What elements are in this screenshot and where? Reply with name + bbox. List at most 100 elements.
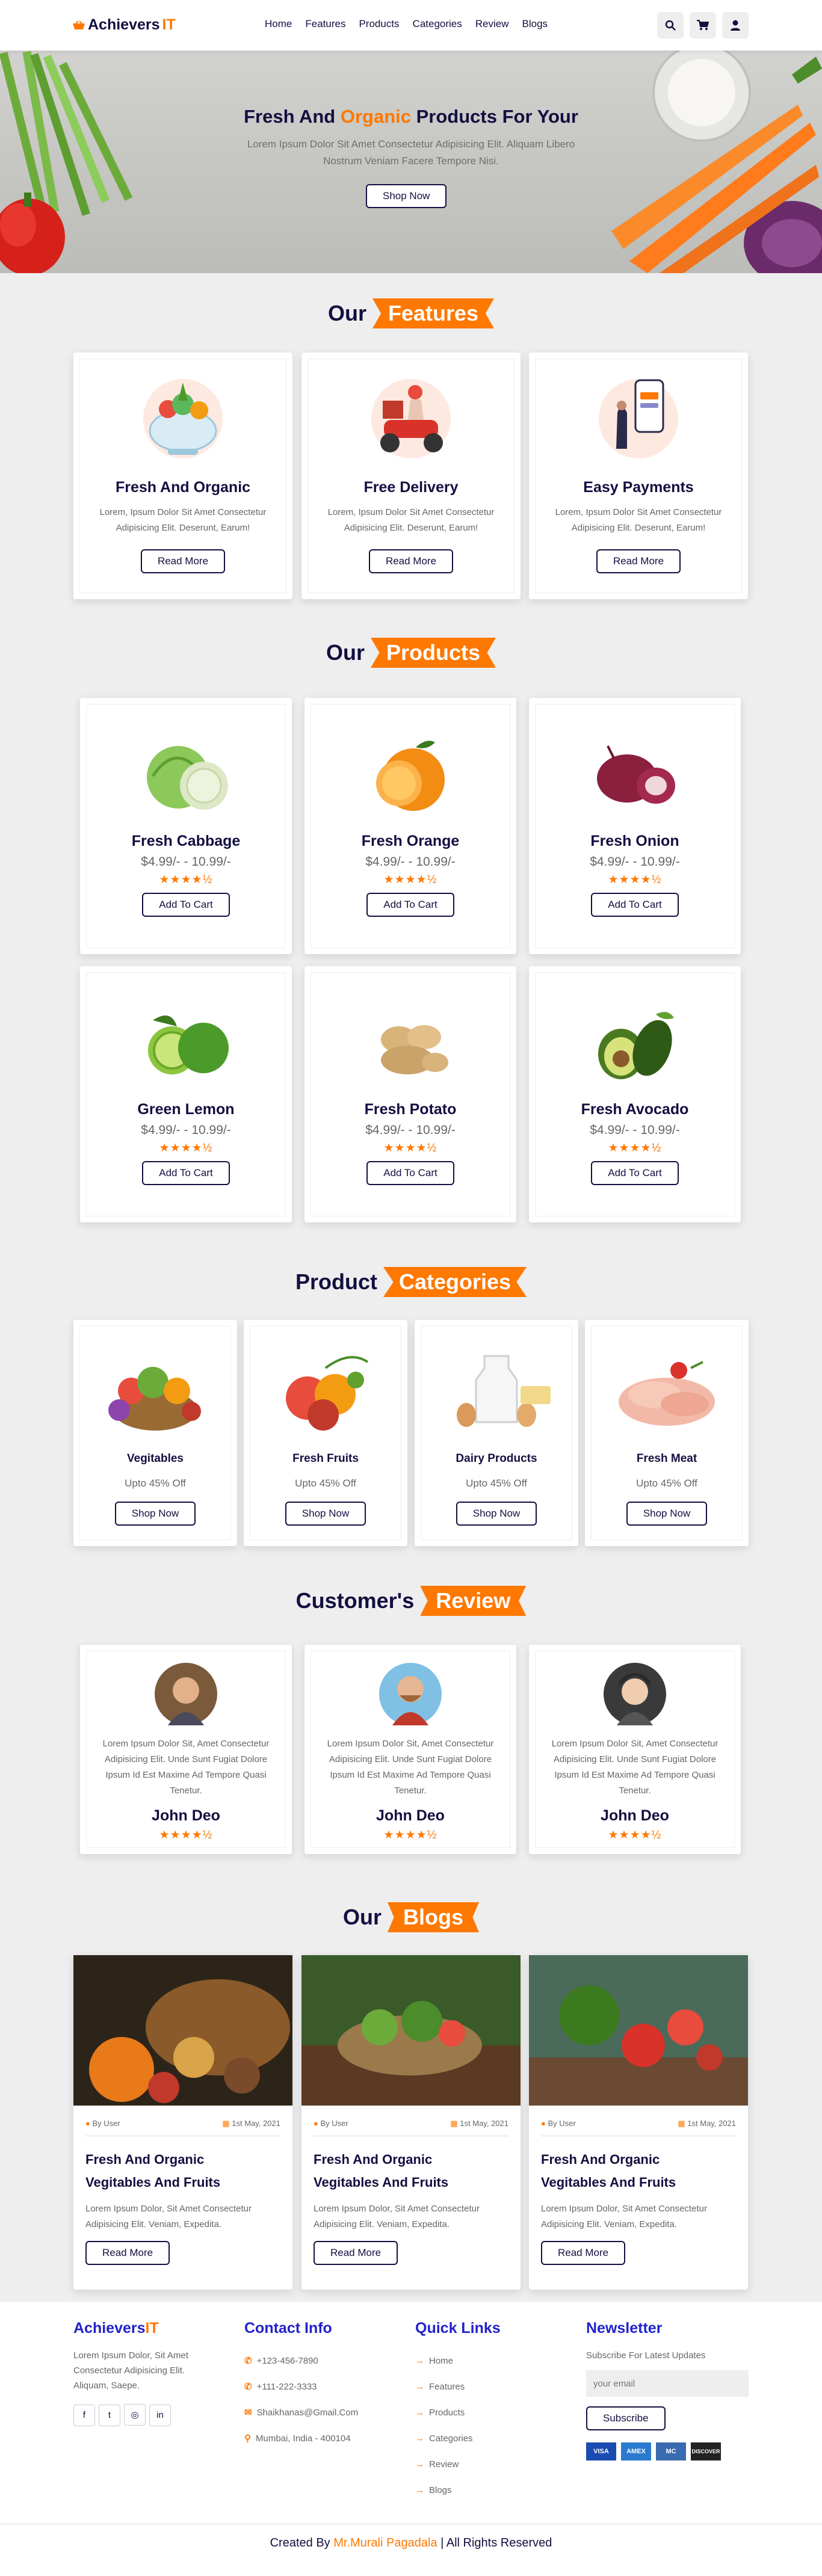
cart-icon [697,20,709,30]
blog-card: ● By User ▦ 1st May, 2021 Fresh And Orga… [301,1955,521,2290]
logo-text: Achievers [88,16,160,33]
product-card: Fresh Onion $4.99/- - 10.99/- ★★★★½ Add … [529,698,741,954]
linkedin-icon[interactable]: in [149,2404,171,2426]
footer-link-features[interactable]: → Features [415,2374,560,2400]
user-icon: ● [85,2119,90,2128]
user-icon [731,20,740,31]
hero-banner: Fresh And Organic Products For Your Lore… [0,51,822,273]
review-ribbon: Review [420,1586,527,1616]
author-link[interactable]: Mr.Murali Pagadala [333,2536,437,2550]
blog-meta: ● By User ▦ 1st May, 2021 [541,2119,736,2136]
contact-phone-2[interactable]: ✆ +111-222-3333 [244,2374,389,2400]
blog-card: ● By User ▦ 1st May, 2021 Fresh And Orga… [73,1955,292,2290]
search-icon [665,20,676,31]
logo[interactable]: Achievers IT [72,16,176,34]
footer-about: AchieversIT Lorem Ipsum Dolor, Sit Amet … [73,2320,218,2426]
calendar-icon: ▦ [450,2119,458,2128]
nav-categories[interactable]: Categories [413,18,462,30]
nav-home[interactable]: Home [265,18,292,30]
contact-phone-1[interactable]: ✆ +123-456-7890 [244,2348,389,2374]
hero-vegetables-right [611,51,822,273]
blog-date: 1st May, 2021 [460,2119,508,2128]
footer-logo[interactable]: AchieversIT [73,2320,218,2337]
blog-user: By User [320,2119,348,2128]
footer-newsletter-title: Newsletter [586,2320,663,2337]
blog-user: By User [548,2119,576,2128]
blog-date: 1st May, 2021 [687,2119,736,2128]
footer-about-text: Lorem Ipsum Dolor, Sit Amet Consectetur … [73,2350,188,2391]
discover-card-icon: DISCOVER [691,2442,721,2460]
category-shop-now-button[interactable]: Shop Now [285,1502,366,1526]
amex-card-icon: AMEX [621,2442,651,2460]
feature-read-more-button[interactable]: Read More [596,549,681,573]
blog-read-more-button[interactable]: Read More [314,2241,398,2265]
features-heading: Our Features [0,298,822,328]
footer-link-blogs[interactable]: → Blogs [415,2477,560,2503]
footer-link-categories[interactable]: → Categories [415,2426,560,2451]
hero-shop-now-button[interactable]: Shop Now [366,184,447,208]
footer-credit: Created By Mr.Murali Pagadala | All Righ… [0,2524,822,2550]
blog-title: Fresh And Organic Vegitables And Fruits [314,2152,449,2190]
mastercard-icon: MC [656,2442,686,2460]
category-card: Fresh Meat Upto 45% Off Shop Now [585,1320,749,1546]
subscribe-button[interactable]: Subscribe [586,2406,666,2430]
blog-date: 1st May, 2021 [232,2119,280,2128]
user-icon: ● [541,2119,546,2128]
newsletter-email-input[interactable] [586,2370,749,2397]
review-card: Lorem Ipsum Dolor Sit, Amet Consectetur … [304,1645,516,1854]
feature-card: Fresh And Organic Lorem, Ipsum Dolor Sit… [73,353,292,599]
category-shop-now-button[interactable]: Shop Now [114,1502,196,1526]
add-to-cart-button[interactable]: Add To Cart [142,893,230,917]
phone-icon: ✆ [244,2356,252,2366]
add-to-cart-button[interactable]: Add To Cart [366,893,454,917]
blogs-ribbon: Blogs [388,1902,480,1932]
nav-review[interactable]: Review [475,18,509,30]
site-header: Achievers IT Home Features Products Categ… [0,0,822,51]
blog-read-more-button[interactable]: Read More [85,2241,170,2265]
calendar-icon: ▦ [678,2119,685,2128]
footer-links-title: Quick Links [415,2320,501,2337]
blog-image [73,1955,292,2106]
nav-features[interactable]: Features [305,18,345,30]
features-ribbon: Features [372,298,495,328]
blog-title: Fresh And Organic Vegitables And Fruits [85,2152,221,2190]
nav-products[interactable]: Products [359,18,399,30]
facebook-icon[interactable]: f [73,2404,95,2426]
category-shop-now-button[interactable]: Shop Now [456,1502,537,1526]
add-to-cart-button[interactable]: Add To Cart [591,1161,679,1185]
feature-read-more-button[interactable]: Read More [140,549,226,573]
add-to-cart-button[interactable]: Add To Cart [366,1161,454,1185]
newsletter-text: Subscribe For Latest Updates [586,2350,706,2361]
add-to-cart-button[interactable]: Add To Cart [591,893,679,917]
instagram-icon[interactable]: ◎ [124,2404,146,2426]
blogs-heading: Our Blogs [0,1902,822,1932]
user-button[interactable] [722,12,749,39]
nav-blogs[interactable]: Blogs [522,18,548,30]
blog-user: By User [92,2119,120,2128]
category-shop-now-button[interactable]: Shop Now [626,1502,708,1526]
footer-link-products[interactable]: → Products [415,2400,560,2426]
review-heading: Customer's Review [0,1586,822,1616]
footer-link-review[interactable]: → Review [415,2451,560,2477]
arrow-right-icon: → [415,2356,424,2366]
twitter-icon[interactable]: t [99,2404,120,2426]
cart-button[interactable] [690,12,716,39]
review-card: Lorem Ipsum Dolor Sit, Amet Consectetur … [80,1645,292,1854]
feature-card: Free Delivery Lorem, Ipsum Dolor Sit Ame… [301,353,521,599]
feature-read-more-button[interactable]: Read More [368,549,454,573]
envelope-icon: ✉ [244,2408,252,2418]
blog-read-more-button[interactable]: Read More [541,2241,626,2265]
add-to-cart-button[interactable]: Add To Cart [142,1161,230,1185]
footer-link-home[interactable]: → Home [415,2348,560,2374]
arrow-right-icon: → [415,2459,424,2470]
logo-suffix: IT [162,16,176,33]
map-pin-icon: ⚲ [244,2433,251,2444]
footer-contact-title: Contact Info [244,2320,332,2337]
products-heading: Our Products [0,638,822,668]
products-ribbon: Products [370,638,496,668]
main-nav: Home Features Products Categories Review… [265,18,561,30]
arrow-right-icon: → [415,2485,424,2495]
contact-email[interactable]: ✉ Shaikhanas@Gmail.Com [244,2400,389,2426]
search-button[interactable] [657,12,684,39]
basket-icon [73,20,85,29]
